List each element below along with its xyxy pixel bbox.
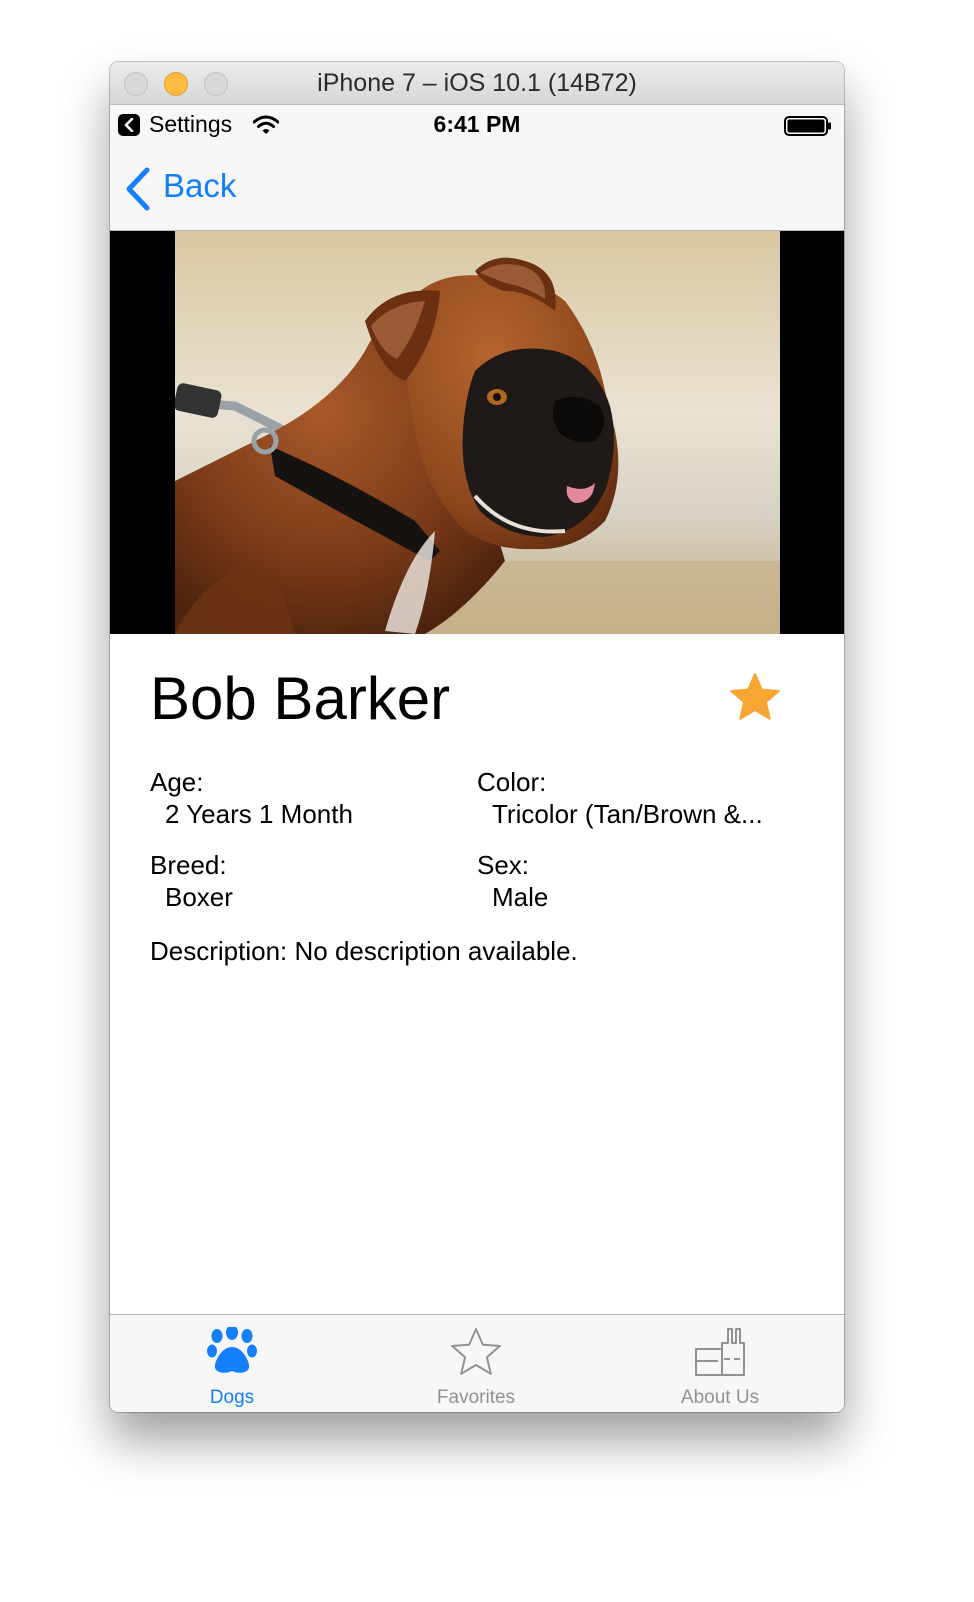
back-button-label: Back: [163, 167, 237, 204]
dog-detail-content: Bob Barker Age: 2 Years 1 Month Color: T…: [110, 634, 844, 1314]
boxer-dog-photo: [175, 231, 780, 634]
tab-bar: Dogs Favorites About Us: [110, 1314, 844, 1412]
color-label: Color:: [477, 767, 547, 797]
tab-favorites-label: Favorites: [436, 1387, 516, 1408]
status-time: 6:41 PM: [433, 111, 521, 137]
tab-favorites[interactable]: Favorites: [354, 1315, 598, 1412]
status-bar: Settings 6:41 PM: [110, 105, 844, 145]
window-titlebar: iPhone 7 – iOS 10.1 (14B72): [110, 62, 844, 105]
chevron-left-icon: [126, 167, 150, 211]
battery-icon: [784, 116, 831, 136]
color-value: Tricolor (Tan/Brown &...: [492, 799, 763, 829]
breed-value: Boxer: [165, 882, 233, 912]
age-label: Age:: [150, 767, 204, 797]
tab-about-us-label: About Us: [680, 1387, 760, 1408]
tab-about-us[interactable]: About Us: [598, 1315, 842, 1412]
age-value: 2 Years 1 Month: [165, 799, 353, 829]
description-text: Description: No description available.: [150, 936, 578, 966]
tab-dogs[interactable]: Dogs: [110, 1315, 354, 1412]
sex-label: Sex:: [477, 850, 530, 880]
star-outline-icon: [451, 1328, 501, 1375]
dog-photo-area: [110, 231, 844, 634]
window-title: iPhone 7 – iOS 10.1 (14B72): [317, 69, 637, 97]
breed-label: Breed:: [150, 850, 227, 880]
dog-name: Bob Barker: [150, 665, 451, 732]
paw-icon: [207, 1325, 257, 1373]
factory-icon: [695, 1328, 745, 1376]
star-filled-icon[interactable]: [728, 672, 782, 724]
navigation-bar: Back: [110, 145, 844, 231]
sex-value: Male: [492, 882, 549, 912]
simulator-window: iPhone 7 – iOS 10.1 (14B72) Settings 6:4…: [110, 62, 844, 1412]
tab-dogs-label: Dogs: [209, 1387, 255, 1408]
